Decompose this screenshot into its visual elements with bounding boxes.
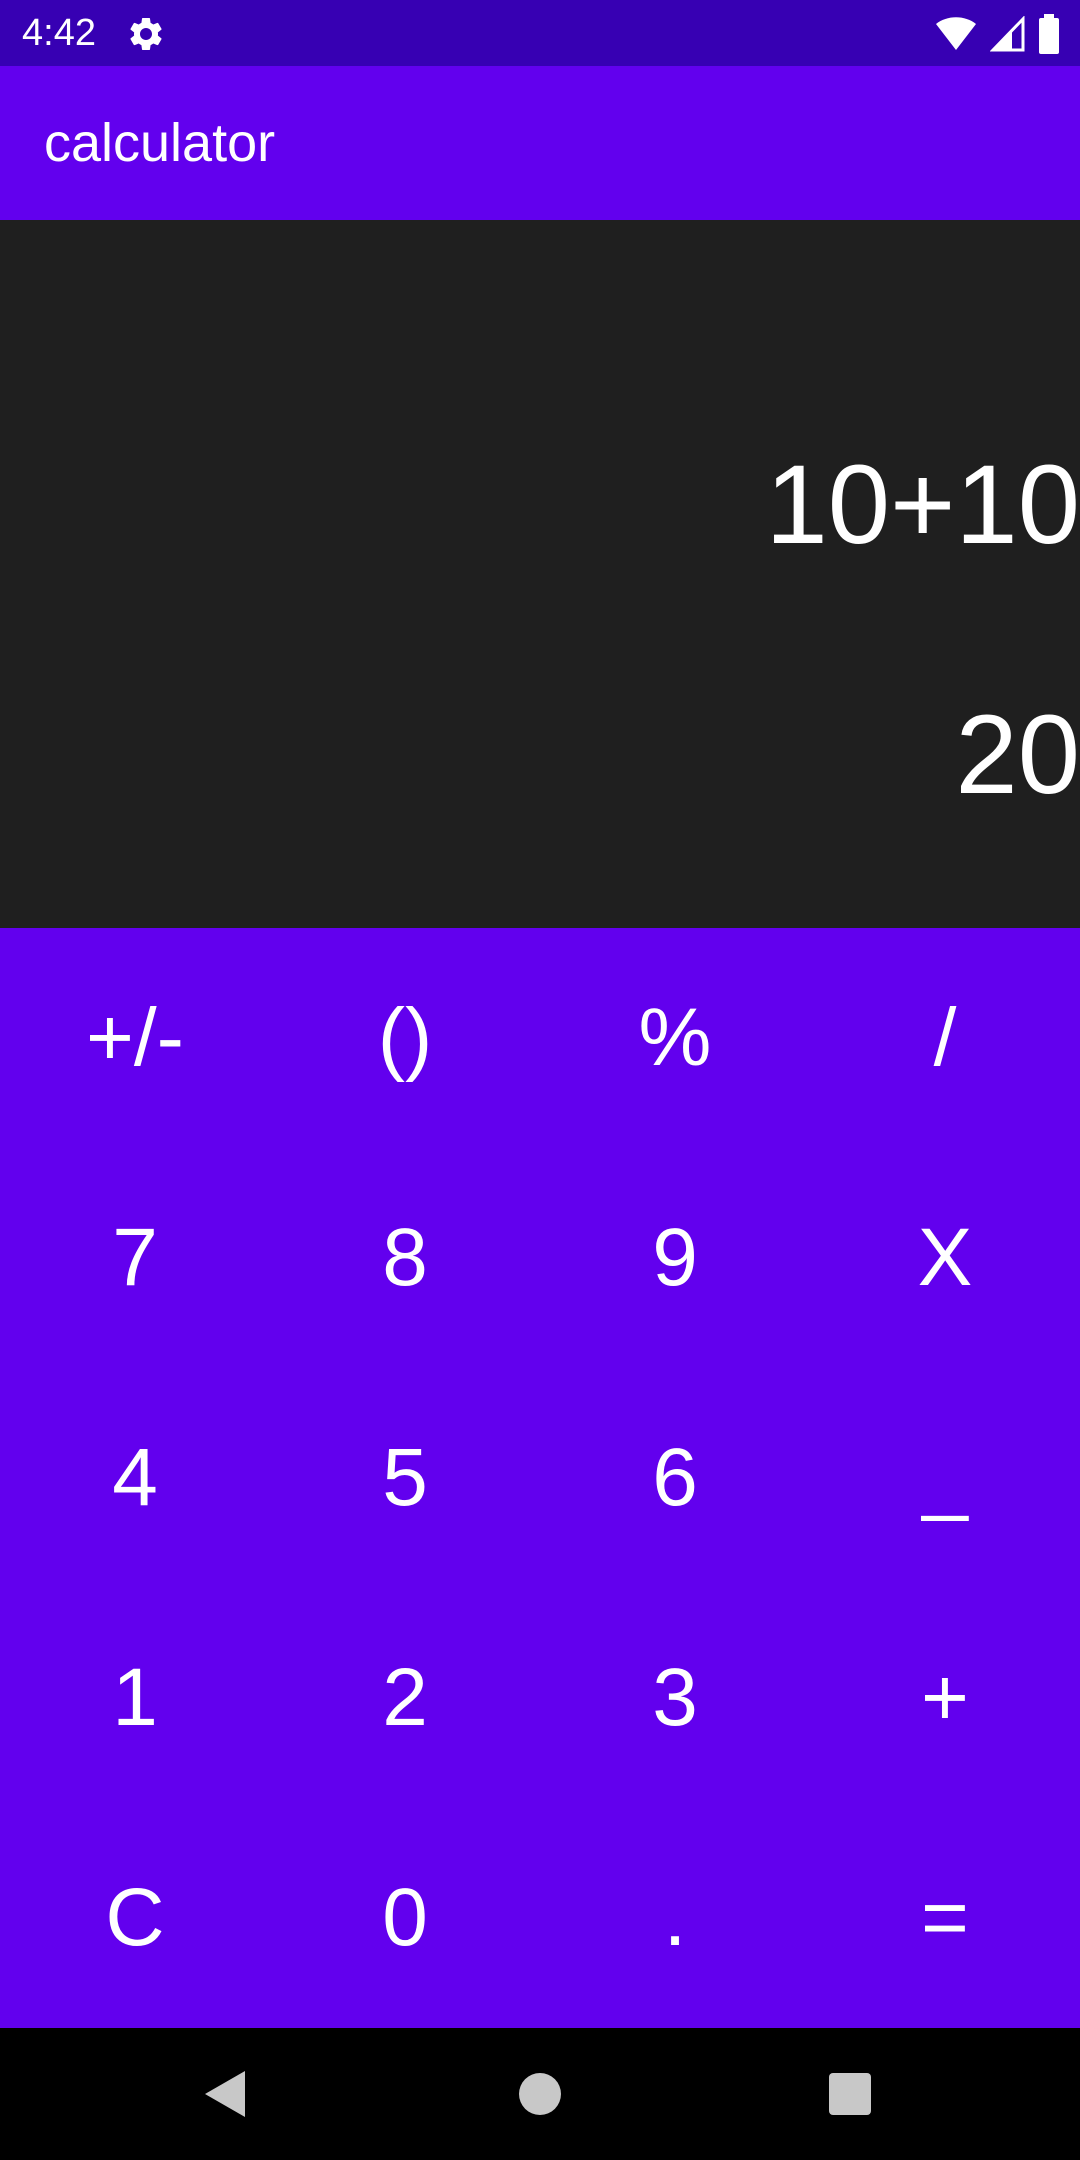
result-text: 20 <box>955 692 1080 817</box>
wifi-icon <box>936 17 976 50</box>
minus-button[interactable]: _ <box>810 1368 1080 1588</box>
status-bar: 4:42 <box>0 0 1080 66</box>
status-time: 4:42 <box>22 12 96 54</box>
home-button[interactable] <box>500 2054 580 2134</box>
navigation-bar <box>0 2028 1080 2160</box>
multiply-button[interactable]: X <box>810 1148 1080 1368</box>
six-button[interactable]: 6 <box>540 1368 810 1588</box>
eight-button[interactable]: 8 <box>270 1148 540 1368</box>
settings-icon <box>130 17 162 50</box>
plus-button[interactable]: + <box>810 1588 1080 1808</box>
equals-button[interactable]: = <box>810 1808 1080 2028</box>
battery-icon <box>1039 14 1059 54</box>
calculator-display: 10+10 20 <box>0 220 1080 928</box>
four-button[interactable]: 4 <box>0 1368 270 1588</box>
decimal-button[interactable]: . <box>540 1808 810 2028</box>
one-button[interactable]: 1 <box>0 1588 270 1808</box>
parentheses-button[interactable]: () <box>270 928 540 1148</box>
two-button[interactable]: 2 <box>270 1588 540 1808</box>
recents-icon <box>829 2073 871 2115</box>
seven-button[interactable]: 7 <box>0 1148 270 1368</box>
plus-minus-button[interactable]: +/- <box>0 928 270 1148</box>
expression-text[interactable]: 10+10 <box>765 442 1080 568</box>
app-title: calculator <box>44 113 276 173</box>
app-bar: calculator <box>0 66 1080 220</box>
back-icon <box>205 2071 245 2117</box>
status-icons <box>934 12 1060 56</box>
percent-button[interactable]: % <box>540 928 810 1148</box>
keypad: +/- () % / 7 8 9 X 4 5 6 _ 1 2 3 + C 0 .… <box>0 928 1080 2028</box>
nine-button[interactable]: 9 <box>540 1148 810 1368</box>
three-button[interactable]: 3 <box>540 1588 810 1808</box>
zero-button[interactable]: 0 <box>270 1808 540 2028</box>
recents-button[interactable] <box>810 2054 890 2134</box>
divide-button[interactable]: / <box>810 928 1080 1148</box>
back-button[interactable] <box>186 2054 266 2134</box>
five-button[interactable]: 5 <box>270 1368 540 1588</box>
signal-icon <box>990 16 1025 52</box>
clear-button[interactable]: C <box>0 1808 270 2028</box>
home-icon <box>519 2073 561 2115</box>
